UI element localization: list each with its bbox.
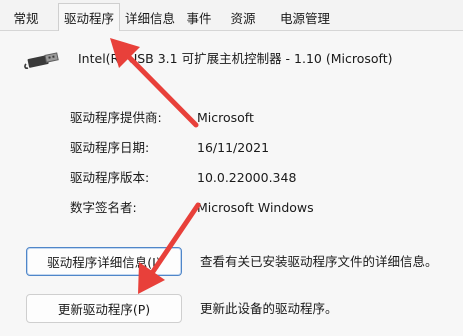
tab-power-management[interactable]: 电源管理 [274, 6, 336, 31]
tab-bar: 常规 驱动程序 详细信息 事件 资源 电源管理 [0, 0, 463, 32]
digital-signer-value: Microsoft Windows [197, 200, 314, 215]
update-driver-description: 更新此设备的驱动程序。 [200, 301, 338, 316]
driver-details-description: 查看有关已安装驱动程序文件的详细信息。 [200, 254, 438, 269]
usb-icon [24, 52, 59, 69]
driver-date-label: 驱动程序日期: [70, 140, 150, 155]
device-name: Intel(R) USB 3.1 可扩展主机控制器 - 1.10 (Micros… [78, 51, 393, 66]
tab-details[interactable]: 详细信息 [120, 6, 180, 31]
tab-general[interactable]: 常规 [6, 6, 46, 31]
driver-date-value: 16/11/2021 [197, 140, 270, 155]
update-driver-button[interactable]: 更新驱动程序(P) [26, 294, 182, 323]
tab-resources[interactable]: 资源 [225, 6, 261, 31]
driver-provider-label: 驱动程序提供商: [70, 110, 162, 125]
tab-driver[interactable]: 驱动程序 [58, 3, 120, 32]
tab-events[interactable]: 事件 [181, 6, 217, 31]
digital-signer-label: 数字签名者: [70, 200, 137, 215]
driver-provider-value: Microsoft [197, 110, 254, 125]
driver-version-value: 10.0.22000.348 [197, 170, 297, 185]
driver-version-label: 驱动程序版本: [70, 170, 150, 185]
driver-details-button[interactable]: 驱动程序详细信息(I) [26, 247, 182, 276]
